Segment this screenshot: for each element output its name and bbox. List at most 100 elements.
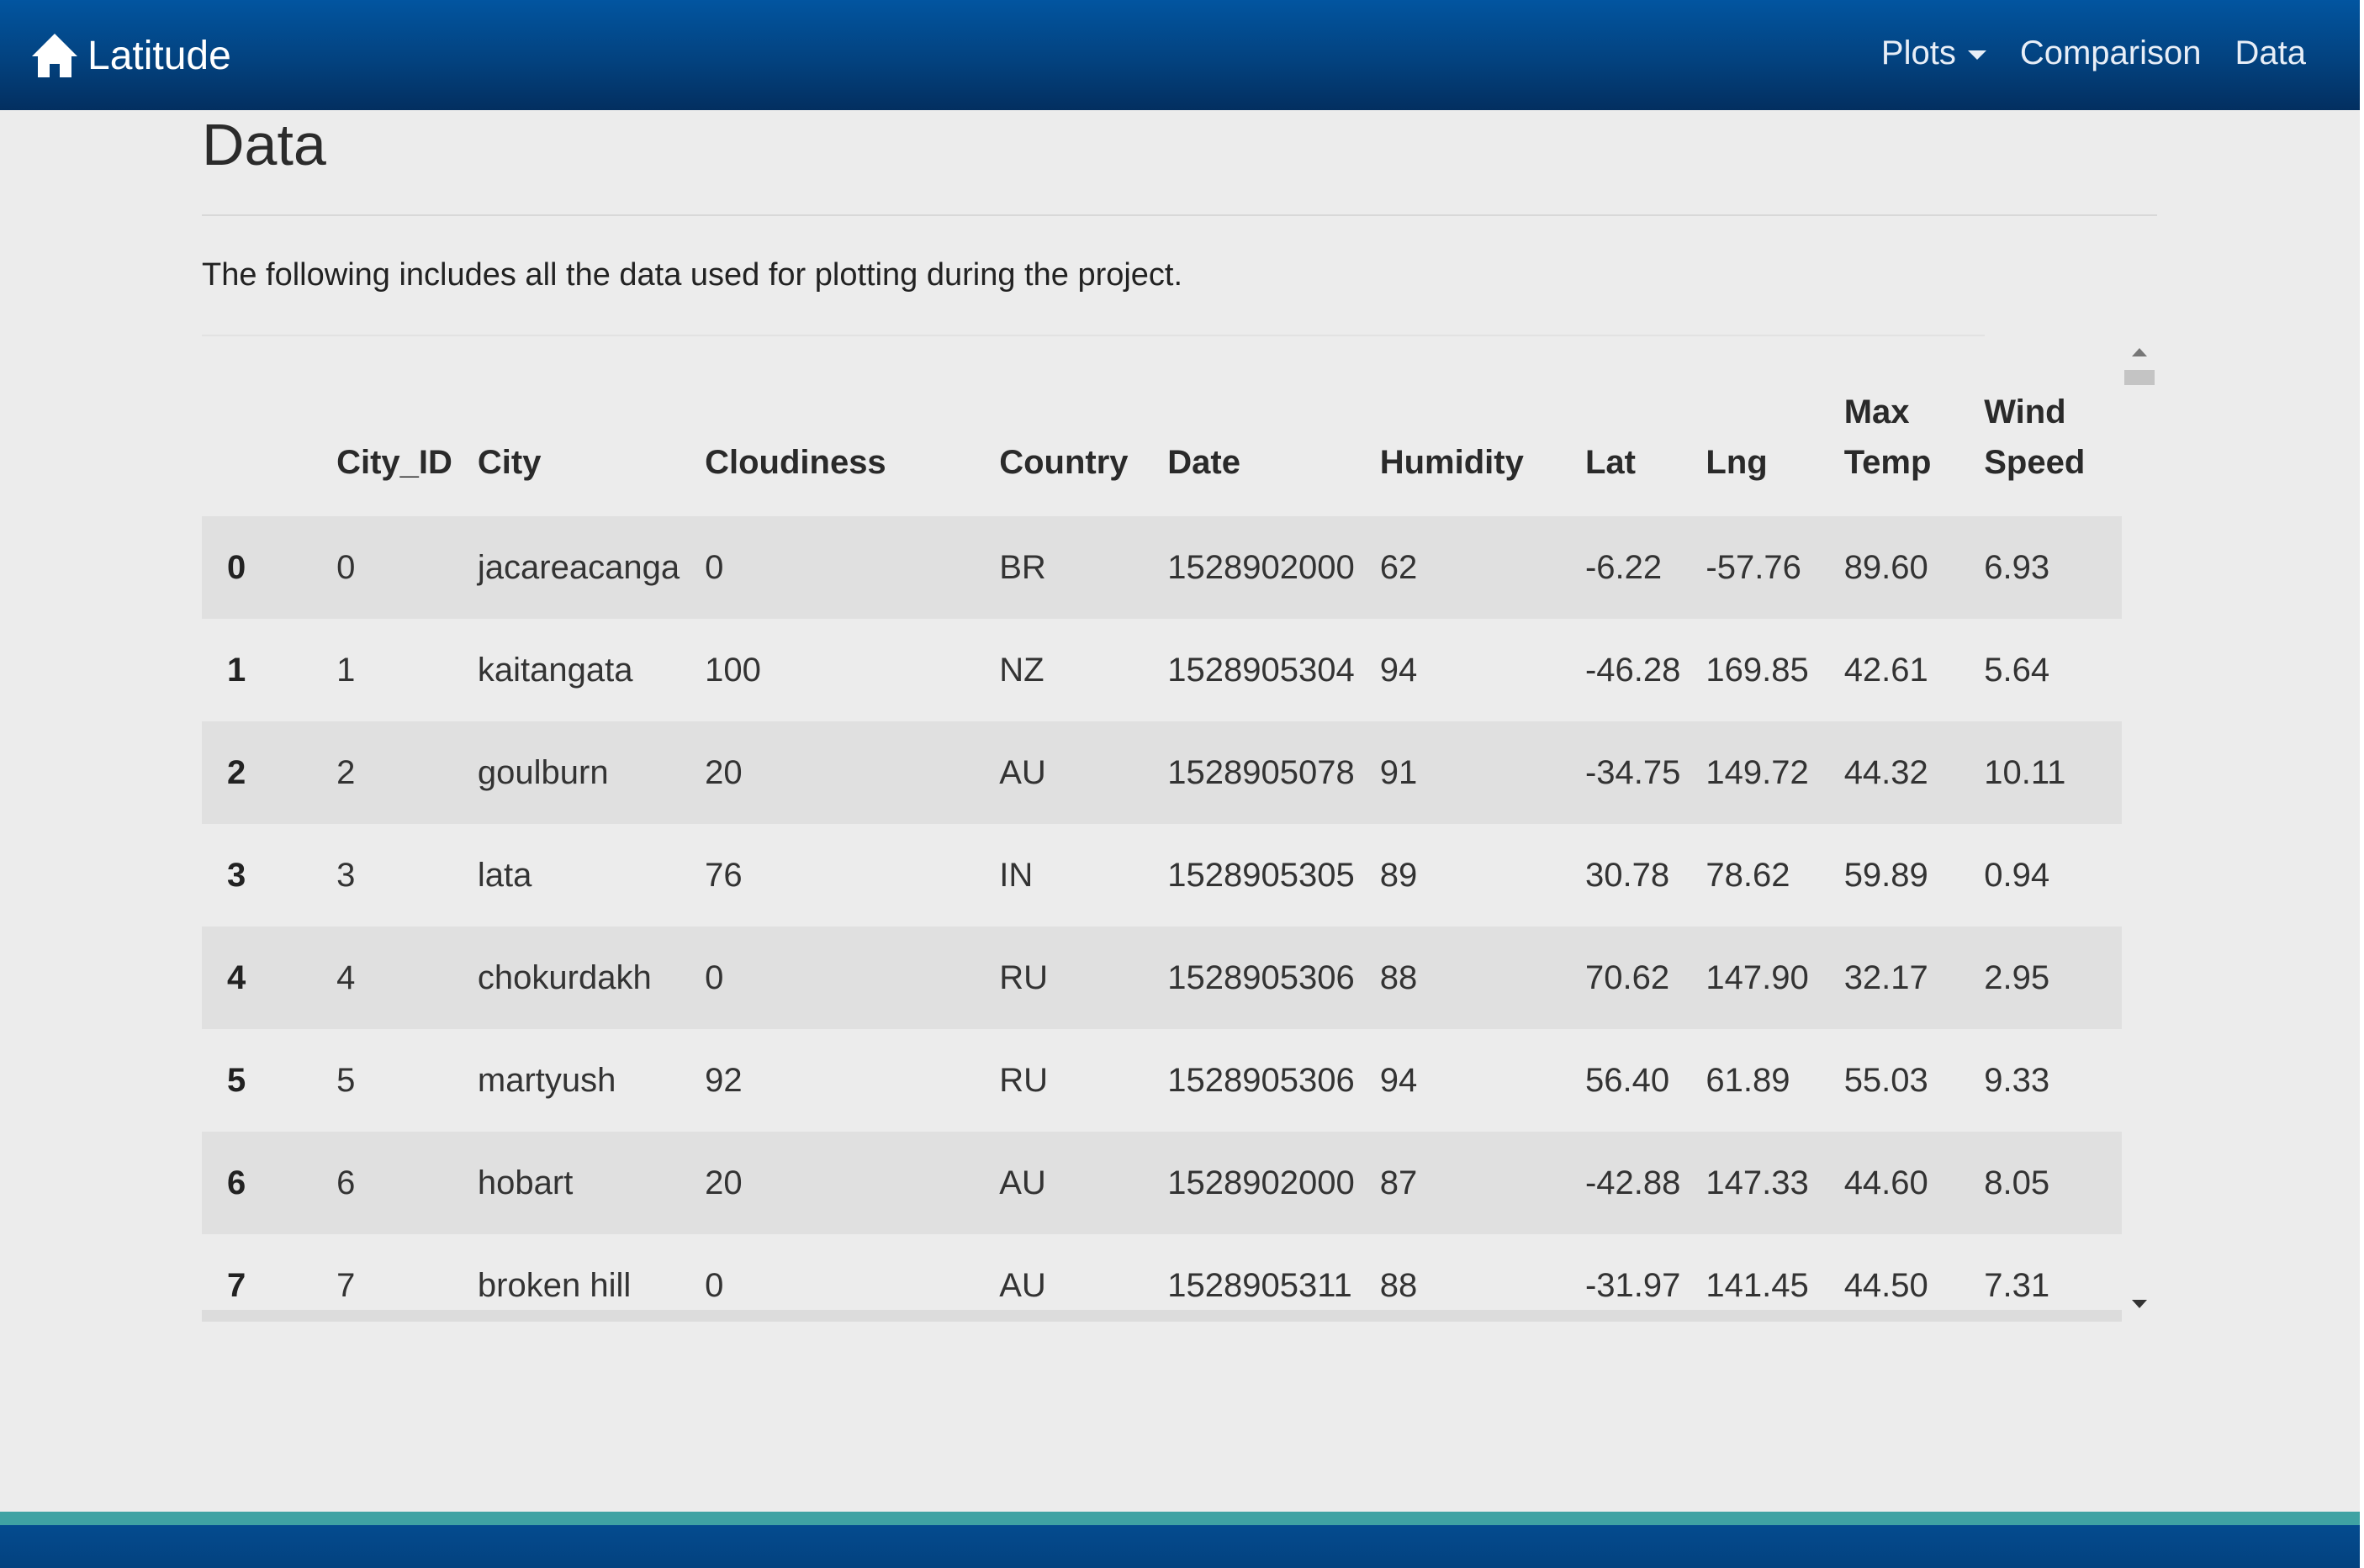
cell-humidity: 94 (1379, 1061, 1418, 1099)
cell-lat: 30.78 (1584, 856, 1670, 894)
col-header-index[interactable] (202, 336, 311, 516)
data-table-container[interactable]: City_ID City Cloudiness Country Date Hum… (202, 336, 2157, 1323)
col-header-city[interactable]: City (452, 336, 680, 516)
table-row: 5 5 martyush 92 RU 1528905306 94 56.40 61.89 55.0… (202, 1029, 2122, 1132)
cell-humidity: 91 (1379, 753, 1418, 791)
nav-data-link[interactable]: Data (2235, 34, 2307, 72)
vertical-scrollbar[interactable] (2122, 336, 2157, 1323)
cell-lat: -42.88 (1584, 1164, 1681, 1201)
cell-cloudiness: 20 (705, 753, 743, 791)
cell-wind-speed: 5.64 (1984, 651, 2050, 689)
cell-city: martyush (477, 1061, 616, 1099)
col-header-max-temp[interactable]: Max Temp (1819, 336, 1959, 516)
cell-max-temp: 89.60 (1843, 548, 1928, 586)
title-divider (202, 214, 2157, 216)
scroll-up-arrow-icon[interactable] (2132, 348, 2147, 356)
wind-speed-line-1: Wind (1984, 393, 2066, 430)
col-header-cloudiness[interactable]: Cloudiness (680, 336, 974, 516)
row-index: 0 (227, 548, 246, 586)
cell-date: 1528905306 (1167, 1061, 1355, 1099)
col-header-humidity[interactable]: Humidity (1355, 336, 1560, 516)
cell-city: chokurdakh (477, 958, 652, 996)
nav-comparison-link[interactable]: Comparison (2020, 34, 2202, 72)
cell-lat: -6.22 (1584, 548, 1663, 586)
cell-lat: 56.40 (1584, 1061, 1670, 1099)
cell-wind-speed: 0.94 (1984, 856, 2050, 894)
cell-cloudiness: 0 (705, 958, 724, 996)
cell-country: BR (999, 548, 1046, 586)
table-row: 6 6 hobart 20 AU 1528902000 87 -42.88 147.33 44.6… (202, 1132, 2122, 1234)
data-table: City_ID City Cloudiness Country Date Hum… (202, 336, 2122, 1323)
cell-wind-speed: 8.05 (1984, 1164, 2050, 1201)
max-temp-line-2: Temp (1843, 444, 1932, 481)
scrollbar-thumb[interactable] (2124, 370, 2155, 385)
table-row: 2 2 goulburn 20 AU 1528905078 91 -34.75 149.72 44… (202, 721, 2122, 824)
scroll-down-arrow-icon[interactable] (2132, 1300, 2147, 1308)
cell-date: 1528902000 (1167, 548, 1355, 586)
cell-humidity: 94 (1379, 651, 1418, 689)
row-index: 2 (227, 753, 246, 791)
row-index: 3 (227, 856, 246, 894)
footer-accent-bar (0, 1512, 2360, 1525)
nav-plots-label: Plots (1880, 34, 1956, 71)
cell-lat: -34.75 (1584, 753, 1681, 791)
cell-city: goulburn (477, 753, 609, 791)
page-title: Data (202, 112, 326, 177)
cell-city-id: 1 (336, 651, 356, 689)
cell-wind-speed: 10.11 (1984, 753, 2066, 791)
cell-country: AU (999, 1164, 1046, 1201)
brand-link[interactable]: Latitude (30, 24, 231, 87)
window-edge (2360, 0, 2364, 1568)
col-header-city-id[interactable]: City_ID (311, 336, 452, 516)
cell-max-temp: 32.17 (1843, 958, 1928, 996)
horizontal-scrollbar[interactable] (202, 1310, 2122, 1322)
cell-lng: 147.33 (1706, 1164, 1809, 1201)
cell-date: 1528902000 (1167, 1164, 1355, 1201)
cell-wind-speed: 6.93 (1984, 548, 2050, 586)
col-header-lat[interactable]: Lat (1560, 336, 1680, 516)
cell-country: IN (999, 856, 1034, 894)
cell-city-id: 3 (336, 856, 356, 894)
col-header-lng[interactable]: Lng (1680, 336, 1818, 516)
cell-lng: 78.62 (1706, 856, 1790, 894)
top-navbar: Latitude Plots Comparison Data (0, 0, 2360, 110)
table-row: 3 3 lata 76 IN 1528905305 89 30.78 78.62 59.89 0.9… (202, 824, 2122, 927)
cell-lng: 147.90 (1706, 958, 1809, 996)
cell-lat: -46.28 (1584, 651, 1681, 689)
table-header-row: City_ID City Cloudiness Country Date Hum… (202, 336, 2122, 516)
cell-cloudiness: 76 (705, 856, 743, 894)
row-index: 4 (227, 958, 246, 996)
cell-humidity: 89 (1379, 856, 1418, 894)
cell-date: 1528905305 (1167, 856, 1355, 894)
nav-links: Plots Comparison Data (1881, 25, 2306, 81)
cell-cloudiness: 20 (705, 1164, 743, 1201)
cell-max-temp: 42.61 (1843, 651, 1928, 689)
col-header-country[interactable]: Country (974, 336, 1142, 516)
col-header-wind-speed[interactable]: Wind Speed (1959, 336, 2122, 516)
cell-city: kaitangata (477, 651, 633, 689)
cell-date: 1528905306 (1167, 958, 1355, 996)
table-row: 4 4 chokurdakh 0 RU 1528905306 88 70.62 147.90 32… (202, 927, 2122, 1029)
cell-max-temp: 44.32 (1843, 753, 1928, 791)
table-row: 1 1 kaitangata 100 NZ 1528905304 94 -46.28 169.8… (202, 619, 2122, 721)
cell-cloudiness: 100 (705, 651, 761, 689)
cell-max-temp: 59.89 (1843, 856, 1928, 894)
cell-humidity: 62 (1379, 548, 1418, 586)
cell-city-id: 6 (336, 1164, 356, 1201)
cell-lng: 61.89 (1706, 1061, 1790, 1099)
nav-plots-dropdown[interactable]: Plots (1881, 34, 1986, 72)
cell-lng: 169.85 (1706, 651, 1809, 689)
col-header-date[interactable]: Date (1142, 336, 1354, 516)
cell-city-id: 5 (336, 1061, 356, 1099)
cell-date: 1528905304 (1167, 651, 1355, 689)
cell-wind-speed: 2.95 (1984, 958, 2050, 996)
cell-city: jacareacanga (477, 548, 680, 586)
cell-lng: -57.76 (1706, 548, 1801, 586)
cell-country: NZ (999, 651, 1044, 689)
cell-max-temp: 44.60 (1843, 1164, 1928, 1201)
cell-cloudiness: 0 (705, 548, 724, 586)
wind-speed-line-2: Speed (1984, 444, 2086, 481)
max-temp-line-1: Max (1843, 393, 1910, 430)
cell-wind-speed: 9.33 (1984, 1061, 2050, 1099)
row-index: 5 (227, 1061, 246, 1099)
